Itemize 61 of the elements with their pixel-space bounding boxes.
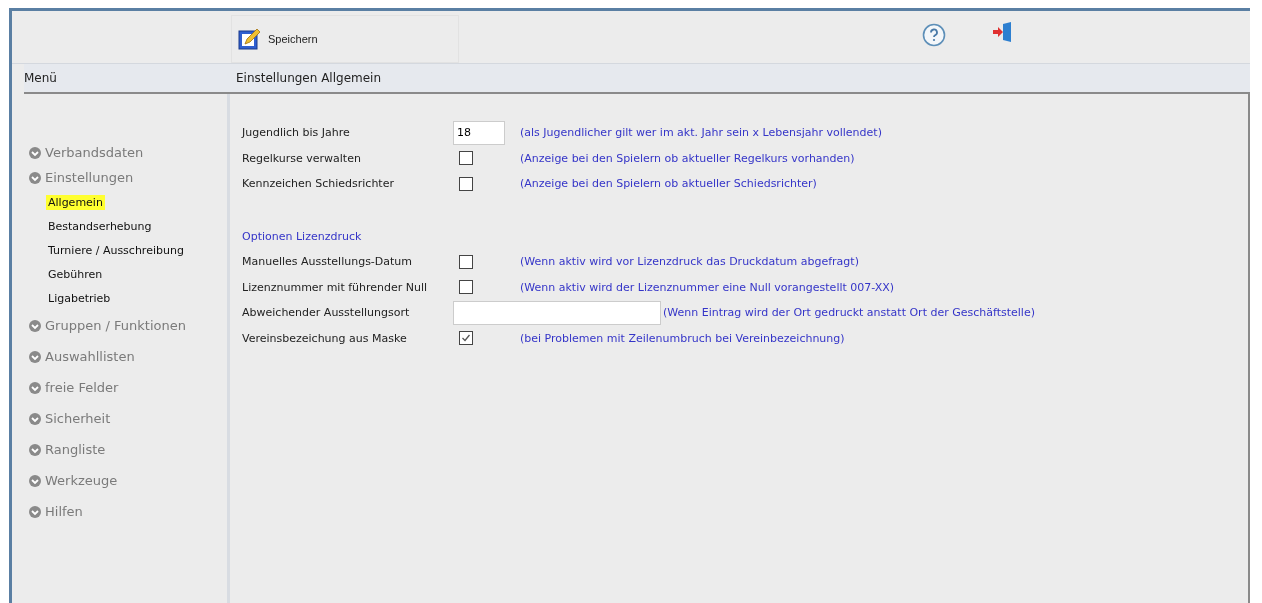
setting-label: Lizenznummer mit führender Null xyxy=(242,280,429,294)
section-heading: Optionen Lizenzdruck xyxy=(242,229,362,243)
setting-label: Abweichender Ausstellungsort xyxy=(242,306,411,320)
checkbox[interactable] xyxy=(459,254,473,269)
chevron-down-icon xyxy=(29,350,41,363)
setting-hint: (bei Problemen mit Zeilenumbruch bei Vereinbezeichnung) xyxy=(520,331,845,345)
setting-hint: (Wenn aktiv wird der Lizenznummer eine Null vorangestellt 007-XX) xyxy=(520,280,895,294)
setting-label: Vereinsbezeichung aus Maske xyxy=(242,331,408,345)
menu-group[interactable]: Einstellungen xyxy=(29,165,227,190)
chevron-down-icon xyxy=(29,381,41,394)
checkbox[interactable] xyxy=(459,331,473,346)
menu-group-label: Einstellungen xyxy=(45,170,134,185)
menu-item[interactable]: Gebühren xyxy=(46,266,105,282)
setting-label: Manuelles Ausstellungs-Datum xyxy=(242,255,414,269)
menu-group-label: Rangliste xyxy=(45,442,106,457)
menu-group-label: Hilfen xyxy=(45,504,83,519)
menu-title: Menü xyxy=(24,71,58,85)
checkbox[interactable] xyxy=(459,151,473,166)
menu-group-label: Sicherheit xyxy=(45,411,111,426)
input-field[interactable] xyxy=(453,300,661,325)
menu-group-label: freie Felder xyxy=(45,380,119,395)
menu-group[interactable]: Gruppen / Funktionen xyxy=(29,310,227,341)
setting-hint: (Anzeige bei den Spielern ob aktueller Schiedsrichter) xyxy=(520,177,817,191)
setting-label: Kennzeichen Schiedsrichter xyxy=(242,177,395,191)
menu-group-label: Werkzeuge xyxy=(45,473,118,488)
chevron-down-icon xyxy=(29,474,41,487)
menu-group[interactable]: freie Felder xyxy=(29,372,227,403)
setting-hint: (Wenn Eintrag wird der Ort gedruckt anstatt Ort der Geschäftstelle) xyxy=(663,306,1035,320)
setting-label: Jugendlich bis Jahre xyxy=(242,126,351,140)
page-title: Einstellungen Allgemein xyxy=(236,71,382,85)
menu-group[interactable]: Sicherheit xyxy=(29,403,227,434)
menu-group[interactable]: Hilfen xyxy=(29,496,227,527)
menu-item[interactable]: Allgemein xyxy=(46,194,105,210)
menu-item[interactable]: Turniere / Ausschreibung xyxy=(46,242,186,258)
chevron-down-icon xyxy=(29,319,41,332)
input-field[interactable]: 18 xyxy=(453,120,505,145)
setting-hint: (als Jugendlicher gilt wer im akt. Jahr sein x Lebensjahr vollendet) xyxy=(520,126,882,140)
help-icon xyxy=(922,23,946,47)
setting-hint: (Anzeige bei den Spielern ob aktueller Regelkurs vorhanden) xyxy=(520,151,855,165)
setting-hint: (Wenn aktiv wird vor Lizenzdruck das Druckdatum abgefragt) xyxy=(520,255,859,269)
checkbox[interactable] xyxy=(459,280,473,295)
exit-door-icon xyxy=(992,21,1014,43)
save-button[interactable]: Speichern xyxy=(231,15,459,63)
menu-item[interactable]: Ligabetrieb xyxy=(46,290,113,306)
menu-group[interactable]: Rangliste xyxy=(29,434,227,465)
menu-group-label: Verbandsdaten xyxy=(45,145,144,160)
menu-group-label: Gruppen / Funktionen xyxy=(45,318,186,333)
chevron-down-icon xyxy=(29,146,41,159)
menu-group[interactable]: Verbandsdaten xyxy=(29,140,227,165)
chevron-down-icon xyxy=(29,505,41,518)
menu-group[interactable]: Werkzeuge xyxy=(29,465,227,496)
chevron-down-icon xyxy=(29,412,41,425)
menu-group[interactable]: Auswahllisten xyxy=(29,341,227,372)
setting-label: Regelkurse verwalten xyxy=(242,151,362,165)
chevron-down-icon xyxy=(29,171,41,184)
help-button[interactable] xyxy=(921,23,947,49)
edit-icon xyxy=(238,28,260,50)
menu-item[interactable]: Bestandserhebung xyxy=(46,218,154,234)
menu-group-label: Auswahllisten xyxy=(45,349,135,364)
checkbox[interactable] xyxy=(459,176,473,191)
chevron-down-icon xyxy=(29,443,41,456)
